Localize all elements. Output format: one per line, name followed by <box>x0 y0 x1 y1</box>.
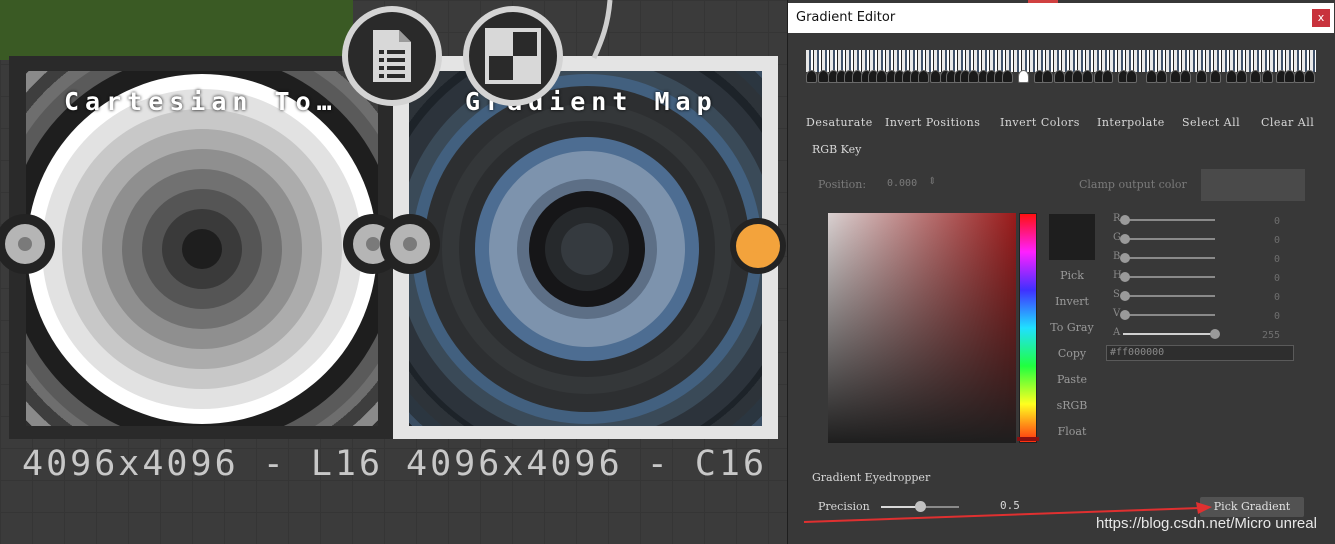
invert-colors-button[interactable]: Invert Colors <box>1000 116 1080 129</box>
gradient-stop-handle[interactable] <box>1304 70 1315 83</box>
channel-slider-knob[interactable] <box>1120 234 1130 244</box>
channel-slider-r[interactable] <box>1123 219 1215 221</box>
cartesian-node-thumbnail <box>26 71 378 426</box>
gradient-stop-handle[interactable] <box>1262 70 1273 83</box>
document-list-icon[interactable] <box>342 6 442 106</box>
channel-slider-knob[interactable] <box>1120 310 1130 320</box>
watermark-text: https://blog.csdn.net/Micro unreal <box>1096 515 1317 532</box>
gradient-stop-handle[interactable] <box>1236 70 1247 83</box>
gradient-editor-window: Gradient Editor x Desaturate Invert Posi… <box>787 0 1335 544</box>
gradient-stop-handle[interactable] <box>1042 70 1053 83</box>
gradient-stop-handle[interactable] <box>1126 70 1137 83</box>
node-resolution-label: 4096x4096 - L16 <box>22 444 384 484</box>
interpolate-button[interactable]: Interpolate <box>1097 116 1165 129</box>
saturation-value-picker[interactable] <box>828 213 1016 443</box>
channel-slider-knob[interactable] <box>1120 291 1130 301</box>
channel-slider-g[interactable] <box>1123 238 1215 240</box>
node-title-cartesian: Cartesian To… <box>64 87 338 116</box>
paste-button[interactable]: Paste <box>1038 373 1106 386</box>
srgb-button[interactable]: sRGB <box>1038 399 1106 412</box>
channel-slider-v[interactable] <box>1123 314 1215 316</box>
channel-value-g: 0 <box>1273 235 1280 246</box>
channel-value-v: 0 <box>1273 311 1280 322</box>
gradient-stop-handle[interactable] <box>1082 70 1093 83</box>
output-socket-gradient-map[interactable] <box>730 218 786 274</box>
select-all-button[interactable]: Select All <box>1182 116 1240 129</box>
color-swatch <box>1049 214 1095 260</box>
gradient-stop-handle[interactable] <box>918 70 929 83</box>
gradient-preview-bar[interactable] <box>806 50 1316 72</box>
gradient-stop-handle[interactable] <box>1156 70 1167 83</box>
channel-value-a: 255 <box>1261 330 1280 341</box>
gradient-map-title-bar <box>0 0 353 60</box>
concentric-rings-image <box>26 71 378 426</box>
clamp-output-toggle[interactable] <box>1201 169 1305 201</box>
gradient-rings-image <box>409 71 762 426</box>
editor-title: Gradient Editor <box>796 10 896 25</box>
pick-button[interactable]: Pick <box>1038 269 1106 282</box>
gradient-map-icon[interactable] <box>463 6 563 106</box>
gradient-stop-handle[interactable] <box>806 70 817 83</box>
gradient-stop-handle[interactable] <box>1210 70 1221 83</box>
rgb-key-label: RGB Key <box>812 143 862 156</box>
gradient-stop-handle[interactable] <box>1180 70 1191 83</box>
node-resolution-label: 4096x4096 - C16 <box>406 444 768 484</box>
invert-positions-button[interactable]: Invert Positions <box>885 116 980 129</box>
gradient-stop-handle[interactable] <box>1018 70 1029 83</box>
channel-value-s: 0 <box>1273 292 1280 303</box>
channel-value-b: 0 <box>1273 254 1280 265</box>
input-socket-gradient-map[interactable] <box>380 214 440 274</box>
gradient-stops-row[interactable] <box>806 70 1316 84</box>
hex-color-input[interactable]: #ff000000 <box>1106 345 1294 361</box>
gradient-stop-handle[interactable] <box>1002 70 1013 83</box>
position-label: Position: <box>818 178 867 191</box>
to-gray-button[interactable]: To Gray <box>1038 321 1106 334</box>
channel-slider-s[interactable] <box>1123 295 1215 297</box>
editor-title-bar[interactable]: Gradient Editor x <box>788 3 1334 33</box>
copy-button[interactable]: Copy <box>1038 347 1106 360</box>
float-button[interactable]: Float <box>1038 425 1106 438</box>
channel-value-r: 0 <box>1273 216 1280 227</box>
gradient-stop-handle[interactable] <box>1102 70 1113 83</box>
channel-slider-b[interactable] <box>1123 257 1215 259</box>
hue-marker[interactable] <box>1017 437 1039 441</box>
channel-slider-knob[interactable] <box>1120 272 1130 282</box>
channel-label-a: A <box>1113 327 1121 338</box>
position-value[interactable]: 0.000 <box>887 178 917 189</box>
hue-slider[interactable] <box>1019 213 1037 443</box>
channel-slider-knob[interactable] <box>1210 329 1220 339</box>
gradient-stop-handle[interactable] <box>1250 70 1261 83</box>
connection-wire <box>591 0 613 60</box>
channel-slider-a[interactable] <box>1123 333 1215 335</box>
channel-slider-knob[interactable] <box>1120 253 1130 263</box>
position-spinner-icon[interactable]: ⇕ <box>928 176 936 187</box>
channel-value-h: 0 <box>1273 273 1280 284</box>
gradient-map-node-thumbnail <box>409 71 762 426</box>
clear-all-button[interactable]: Clear All <box>1261 116 1314 129</box>
invert-button[interactable]: Invert <box>1038 295 1106 308</box>
gradient-stop-handle[interactable] <box>1196 70 1207 83</box>
channel-label-s: S <box>1113 289 1120 300</box>
gradient-eyedropper-label: Gradient Eyedropper <box>812 471 931 484</box>
channel-slider-h[interactable] <box>1123 276 1215 278</box>
desaturate-button[interactable]: Desaturate <box>806 116 873 129</box>
channel-slider-knob[interactable] <box>1120 215 1130 225</box>
clamp-output-label: Clamp output color <box>1079 178 1187 191</box>
close-button[interactable]: x <box>1312 9 1330 27</box>
